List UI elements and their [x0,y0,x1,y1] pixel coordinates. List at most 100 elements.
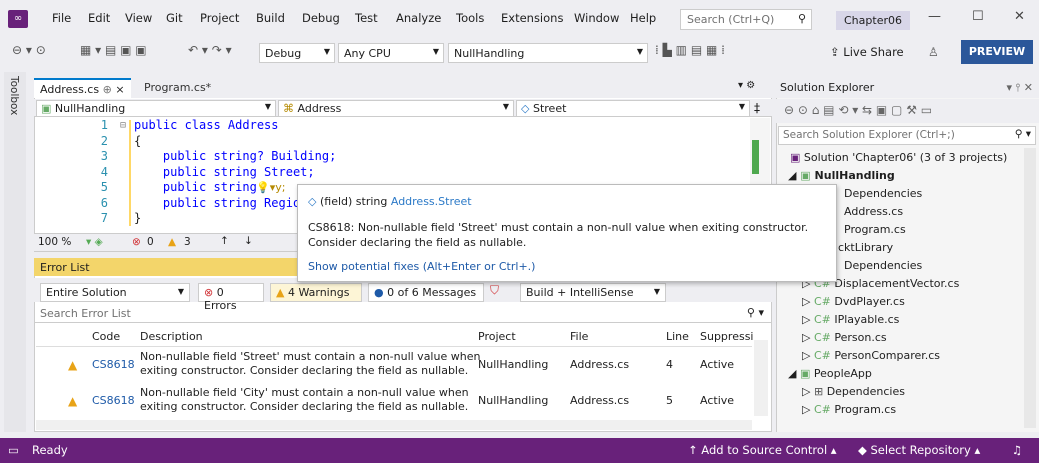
errors-toggle[interactable]: ⊗ 0 Errors [198,283,264,312]
col-file[interactable]: File [570,330,588,343]
minimize-icon[interactable]: — [928,9,941,24]
col-project[interactable]: Project [478,330,516,343]
toolbox-tab[interactable]: Toolbox [4,72,26,432]
scope-filter[interactable]: Entire Solution ▼ [40,283,190,302]
menu-extensions[interactable]: Extensions [501,11,563,25]
tree-item[interactable]: ▷ C# Program.cs [802,403,896,416]
tree-item[interactable]: ▷ C# PersonComparer.cs [802,349,940,362]
pane-options-icon[interactable]: ▾ ⫯ ✕ [1006,81,1033,95]
tree-item[interactable]: Address.cs [844,205,903,218]
nav-member-combo[interactable]: ◇ Street ▼ [516,100,750,117]
tree-item[interactable]: ▷ C# Person.cs [802,331,887,344]
row-line: 4 [666,358,673,371]
global-search-input[interactable]: Search (Ctrl+Q) ⚲ [680,9,812,30]
tab-program-cs[interactable]: Program.cs* [138,78,217,98]
lightbulb-icon[interactable]: 💡▾y; [256,180,285,196]
filter-icon[interactable]: ⛉ [490,283,499,298]
tree-item[interactable]: ▷ C# IPlayable.cs [802,313,899,326]
warning-count[interactable]: 3 [184,236,191,248]
tree-label: Dependencies [826,385,905,398]
collapse-icon[interactable]: ⊟ [120,118,126,134]
menu-edit[interactable]: Edit [88,11,110,25]
tree-item[interactable]: Dependencies [844,259,922,272]
tree-item[interactable]: Dependencies [844,187,922,200]
tree-item[interactable]: ▷ ⊞ Dependencies [802,385,905,398]
col-line[interactable]: Line [666,330,689,343]
expand-icon[interactable]: ▷ [802,403,814,416]
solution-search-input[interactable]: Search Solution Explorer (Ctrl+;) ⚲ ▾ [778,126,1036,145]
nav-project-combo[interactable]: ▣ NullHandling ▼ [36,100,276,117]
build-filter[interactable]: Build + IntelliSense ▼ [520,283,666,302]
row-code[interactable]: CS8618 [92,358,135,371]
col-code[interactable]: Code [92,330,120,343]
code-line: public string [134,180,257,194]
menu-git[interactable]: Git [166,11,183,25]
tab-close-icon[interactable]: × [115,83,124,96]
config-combo[interactable]: Debug ▼ [259,43,335,63]
project-peopleapp[interactable]: ◢ ▣ PeopleApp [788,367,872,380]
expand-icon[interactable]: ▷ [802,313,814,326]
error-search-input[interactable]: Search Error List ⚲ ▾ [34,304,772,323]
back-icon[interactable]: ⊖ ▾ ⊙ [12,43,46,57]
col-suppression[interactable]: Suppressi [700,330,754,343]
tree-item[interactable]: ▷ C# DvdPlayer.cs [802,295,905,308]
zoom-dropdown-icon[interactable]: ▾ ◈ [86,236,103,248]
table-row[interactable]: ▲ CS8618 Non-nullable field 'Street' mus… [36,350,752,382]
chevron-up-icon: ▴ [970,443,981,457]
tree-item[interactable]: cktLibrary [838,241,893,254]
menu-test[interactable]: Test [355,11,378,25]
show-fixes-link[interactable]: Show potential fixes (Alt+Enter or Ctrl+… [308,260,826,273]
expand-icon[interactable]: ▷ [802,295,814,308]
feedback-icon[interactable]: ♙ [928,45,939,59]
layout-icons[interactable]: ⁞ ▙ ▥ ▤ ▦ ⁞ [655,43,725,57]
live-share-button[interactable]: ⇪ Live Share [830,45,904,59]
startup-combo[interactable]: NullHandling ▼ [448,43,648,63]
select-repo-button[interactable]: ◆ Select Repository ▴ [858,443,980,457]
se-toolbar-icons[interactable]: ⊖ ⊙ ⌂ ▤ ⟲ ▾ ⇆ ▣ ▢ ⚒ ▭ [784,103,932,117]
col-description[interactable]: Description [140,330,203,343]
menu-file[interactable]: File [52,11,71,25]
up-arrow-icon[interactable]: ↑ [220,235,229,247]
messages-toggle[interactable]: ● 0 of 6 Messages [368,283,484,302]
tab-options-icon[interactable]: ▾ ⚙ [738,80,755,91]
expand-icon[interactable]: ▷ [802,385,814,398]
expand-icon[interactable]: ▷ [802,331,814,344]
menu-analyze[interactable]: Analyze [396,11,441,25]
expand-icon[interactable]: ▷ [802,349,814,362]
expand-icon[interactable]: ◢ [788,169,800,182]
search-icon: ⚲ ▾ [1014,128,1031,140]
solution-scrollbar[interactable] [1024,148,1036,428]
project-nullhandling[interactable]: ◢ ▣ NullHandling [788,169,895,182]
close-icon[interactable]: ✕ [1014,9,1025,24]
error-list-hscrollbar[interactable] [36,420,752,430]
menu-view[interactable]: View [125,11,152,25]
preview-badge[interactable]: PREVIEW [961,40,1033,64]
change-marker [129,120,131,226]
menu-build[interactable]: Build [256,11,285,25]
menu-debug[interactable]: Debug [302,11,340,25]
solution-node[interactable]: ▣ Solution 'Chapter06' (3 of 3 projects) [790,151,1007,164]
down-arrow-icon[interactable]: ↓ [244,235,253,247]
split-icon[interactable]: ‡ [754,101,760,115]
tree-item[interactable]: Program.cs [844,223,906,236]
new-project-icon[interactable]: ▦ ▾ ▤ ▣ ▣ [80,43,147,57]
source-control-button[interactable]: ↑ Add to Source Control ▴ [688,443,837,457]
notification-icon[interactable]: ♫ [1012,443,1022,457]
menu-window[interactable]: Window [574,11,619,25]
menu-project[interactable]: Project [200,11,239,25]
row-code[interactable]: CS8618 [92,394,135,407]
undo-icon[interactable]: ↶ ▾ ↷ ▾ [188,43,232,57]
nav-class-combo[interactable]: ⌘ Address ▼ [278,100,514,117]
tab-address-cs[interactable]: Address.cs ⊕ × [34,78,131,98]
zoom-level[interactable]: 100 % [38,236,71,248]
warnings-toggle[interactable]: ▲ 4 Warnings [270,283,362,302]
expand-icon[interactable]: ◢ [788,367,800,380]
menu-tools[interactable]: Tools [456,11,484,25]
maximize-icon[interactable]: ☐ [972,9,984,24]
table-row[interactable]: ▲ CS8618 Non-nullable field 'City' must … [36,386,752,418]
platform-combo[interactable]: Any CPU ▼ [338,43,444,63]
error-list-scrollbar[interactable] [754,340,768,416]
error-count[interactable]: 0 [147,236,154,248]
pin-icon[interactable]: ⊕ [103,83,112,96]
menu-help[interactable]: Help [630,11,656,25]
